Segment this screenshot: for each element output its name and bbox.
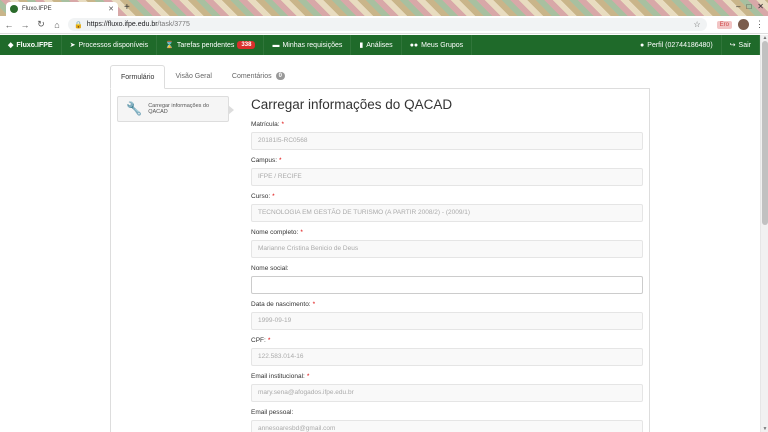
nav-label: Meus Grupos: [421, 41, 464, 49]
nav-label: Tarefas pendentes: [176, 41, 235, 49]
step-label: Carregar informações do QACAD: [148, 103, 210, 115]
nav-label: Análises: [366, 41, 393, 49]
field-curso: Curso: * TECNOLOGIA EM GESTÃO DE TURISMO …: [251, 192, 644, 228]
field-label: Email pessoal:: [251, 409, 294, 416]
nome-social-input[interactable]: [251, 276, 643, 294]
scroll-thumb[interactable]: [762, 41, 768, 225]
nav-processos[interactable]: ➤ Processos disponíveis: [62, 35, 158, 55]
user-icon: ●: [640, 41, 645, 49]
browser-tab-strip: Fluxo.IFPE ✕ + – □ ✕: [0, 0, 768, 16]
step-card[interactable]: 🔧 Carregar informações do QACAD: [117, 96, 234, 122]
close-window-icon[interactable]: ✕: [757, 2, 764, 11]
required-marker: *: [312, 301, 316, 308]
reload-icon[interactable]: ↻: [36, 19, 46, 30]
close-tab-icon[interactable]: ✕: [108, 5, 114, 13]
flow-icon: ◆: [8, 42, 14, 49]
nav-analises[interactable]: ▮ Análises: [351, 35, 402, 55]
required-marker: *: [281, 121, 285, 128]
field-email-pessoal: Email pessoal: annesoaresbd@gmail.com: [251, 408, 644, 432]
comment-count-badge: 0: [275, 72, 285, 80]
sign-out-icon: ↪: [729, 42, 736, 49]
maximize-icon[interactable]: □: [746, 2, 751, 11]
nav-requisicoes[interactable]: ▬ Minhas requisições: [264, 35, 352, 55]
required-marker: *: [272, 193, 275, 200]
required-marker: *: [306, 373, 310, 380]
paper-plane-icon: ➤: [69, 42, 76, 49]
bookmark-star-icon[interactable]: ☆: [693, 20, 700, 29]
required-marker: *: [279, 157, 282, 164]
wrench-icon: 🔧: [126, 101, 143, 116]
field-campus: Campus: * IFPE / RECIFE: [251, 156, 644, 192]
minimize-icon[interactable]: –: [736, 2, 740, 11]
bar-chart-icon: ▮: [359, 42, 364, 49]
field-cpf: CPF: * 122.583.014-16: [251, 336, 644, 372]
tab-label: Visão Geral: [175, 72, 212, 80]
profile-avatar[interactable]: [738, 19, 749, 30]
nome-completo-input[interactable]: Marianne Cristina Benicio de Deus: [251, 240, 643, 258]
field-label: Matrícula: *: [251, 121, 285, 128]
field-label: Campus: *: [251, 157, 282, 164]
field-label: Nome completo: *: [251, 229, 303, 236]
tab-visao-geral[interactable]: Visão Geral: [165, 64, 221, 88]
field-label: Nome social:: [251, 265, 289, 272]
brand-label: Fluxo.IFPE: [16, 41, 53, 49]
field-label: Data de nascimento: *: [251, 301, 316, 308]
app-navbar: ◆ Fluxo.IFPE ➤ Processos disponíveis ⌛ T…: [0, 35, 760, 55]
required-marker: *: [267, 337, 271, 344]
browser-tab-title: Fluxo.IFPE: [22, 6, 52, 12]
scroll-down-icon[interactable]: ▼: [761, 426, 768, 432]
data-nascimento-input[interactable]: 1999-09-19: [251, 312, 643, 330]
hourglass-icon: ⌛: [165, 42, 174, 49]
cpf-input[interactable]: 122.583.014-16: [251, 348, 643, 366]
back-icon[interactable]: ←: [4, 20, 14, 30]
field-email-institucional: Email institucional: * mary.sena@afogados…: [251, 372, 644, 408]
url-input[interactable]: 🔒 https://fluxo.ifpe.edu.br/task/3775 ☆: [68, 18, 707, 31]
form-title: Carregar informações do QACAD: [251, 97, 453, 112]
field-label: Curso: *: [251, 193, 275, 200]
page-scrollbar[interactable]: ▲ ▼: [760, 35, 768, 432]
page-tabs: Formulário Visão Geral Comentários 0: [110, 64, 650, 89]
brand-link[interactable]: ◆ Fluxo.IFPE: [0, 35, 62, 55]
email-pessoal-input[interactable]: annesoaresbd@gmail.com: [251, 420, 643, 432]
favicon-icon: [10, 5, 18, 13]
nav-label: Minhas requisições: [282, 41, 343, 49]
tab-label: Formulário: [121, 73, 155, 81]
tab-formulario[interactable]: Formulário: [110, 65, 166, 89]
new-tab-icon[interactable]: +: [124, 2, 130, 14]
field-nome-social: Nome social:: [251, 264, 644, 300]
extension-badge[interactable]: Ero: [716, 20, 732, 29]
profile-label: Perfil (02744186480): [647, 41, 713, 49]
field-data-nascimento: Data de nascimento: * 1999-09-19: [251, 300, 644, 336]
nav-label: Processos disponíveis: [78, 41, 149, 49]
address-bar-row: ← → ↻ ⌂ 🔒 https://fluxo.ifpe.edu.br/task…: [0, 16, 768, 34]
tab-label: Comentários: [231, 72, 272, 80]
forward-icon[interactable]: →: [20, 20, 30, 30]
nav-grupos[interactable]: ●● Meus Grupos: [402, 35, 473, 55]
folder-icon: ▬: [272, 41, 280, 49]
field-label: Email institucional: *: [251, 373, 310, 380]
users-icon: ●●: [409, 41, 419, 49]
logout-label: Sair: [738, 41, 751, 49]
nav-profile[interactable]: ● Perfil (02744186480): [632, 35, 722, 55]
curso-input[interactable]: TECNOLOGIA EM GESTÃO DE TURISMO (A PARTI…: [251, 204, 643, 222]
field-matricula: Matrícula: * 20181I5-RC0568: [251, 120, 644, 156]
email-institucional-input[interactable]: mary.sena@afogados.ifpe.edu.br: [251, 384, 643, 402]
required-marker: *: [300, 229, 303, 236]
field-nome-completo: Nome completo: * Marianne Cristina Benici…: [251, 228, 644, 264]
nav-tarefas[interactable]: ⌛ Tarefas pendentes 338: [157, 35, 265, 55]
tab-comentarios[interactable]: Comentários 0: [222, 64, 295, 88]
nav-right-group: ● Perfil (02744186480) ↪ Sair: [632, 35, 760, 55]
pending-count-badge: 338: [237, 41, 256, 49]
lock-icon: 🔒: [74, 21, 83, 29]
window-controls: – □ ✕: [736, 2, 764, 11]
home-icon[interactable]: ⌂: [52, 20, 62, 30]
browser-tab[interactable]: Fluxo.IFPE ✕: [6, 2, 118, 16]
campus-input[interactable]: IFPE / RECIFE: [251, 168, 643, 186]
url-text: https://fluxo.ifpe.edu.br/task/3775: [86, 21, 190, 28]
form: Carregar informações do QACAD Matrícula:…: [251, 96, 644, 432]
field-label: CPF: *: [251, 337, 271, 344]
matricula-input[interactable]: 20181I5-RC0568: [251, 132, 643, 150]
browser-menu-icon[interactable]: ⋮: [755, 19, 764, 30]
nav-logout[interactable]: ↪ Sair: [722, 35, 760, 55]
